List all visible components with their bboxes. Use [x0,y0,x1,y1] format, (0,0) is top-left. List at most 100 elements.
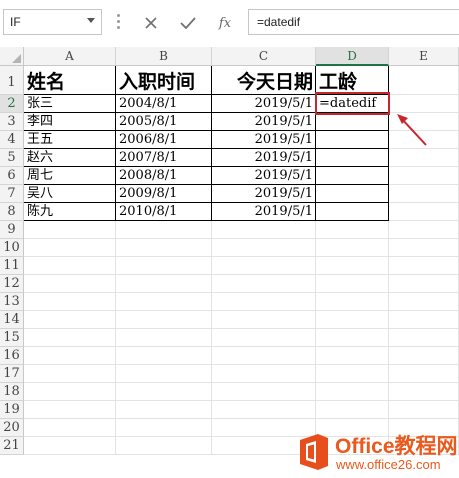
cell-d6[interactable] [316,167,389,185]
column-header-e[interactable]: E [389,47,459,66]
row-header-13[interactable]: 13 [0,293,24,311]
name-box[interactable]: IF [3,9,102,35]
cell-c1[interactable]: 今天日期 [212,66,316,95]
cell-e7[interactable] [389,185,459,203]
cell-a21[interactable] [24,437,116,455]
cell-d4[interactable] [316,131,389,149]
cell-d12[interactable] [316,275,389,293]
cell-e11[interactable] [389,257,459,275]
cell-b1[interactable]: 入职时间 [116,66,212,95]
cell-b19[interactable] [116,401,212,419]
cell-b15[interactable] [116,329,212,347]
cell-e2[interactable] [389,95,459,113]
row-header-9[interactable]: 9 [0,221,24,239]
cell-e8[interactable] [389,203,459,221]
enter-button[interactable] [174,10,202,36]
cell-d11[interactable] [316,257,389,275]
cell-c12[interactable] [212,275,316,293]
cell-c16[interactable] [212,347,316,365]
cell-b13[interactable] [116,293,212,311]
cell-c2[interactable]: 2019/5/1 [212,95,316,113]
cell-d15[interactable] [316,329,389,347]
insert-function-button[interactable]: fx [211,10,239,36]
cell-d2[interactable]: =datedif [316,95,389,113]
cell-c5[interactable]: 2019/5/1 [212,149,316,167]
cell-c4[interactable]: 2019/5/1 [212,131,316,149]
cell-c14[interactable] [212,311,316,329]
cell-c11[interactable] [212,257,316,275]
cell-b17[interactable] [116,365,212,383]
cell-b6[interactable]: 2008/8/1 [116,167,212,185]
cell-d10[interactable] [316,239,389,257]
cell-e6[interactable] [389,167,459,185]
cell-d17[interactable] [316,365,389,383]
cell-b5[interactable]: 2007/8/1 [116,149,212,167]
cell-a20[interactable] [24,419,116,437]
cell-b18[interactable] [116,383,212,401]
cell-e13[interactable] [389,293,459,311]
cell-e5[interactable] [389,149,459,167]
row-header-8[interactable]: 8 [0,203,24,221]
row-header-4[interactable]: 4 [0,131,24,149]
cell-b8[interactable]: 2010/8/1 [116,203,212,221]
cell-c19[interactable] [212,401,316,419]
cell-d8[interactable] [316,203,389,221]
row-header-11[interactable]: 11 [0,257,24,275]
cell-a9[interactable] [24,221,116,239]
cell-a1[interactable]: 姓名 [24,66,116,95]
column-header-c[interactable]: C [212,47,316,66]
cell-d19[interactable] [316,401,389,419]
cell-d13[interactable] [316,293,389,311]
column-header-a[interactable]: A [24,47,116,66]
row-header-15[interactable]: 15 [0,329,24,347]
formula-input[interactable]: =datedif [248,9,459,35]
cell-c7[interactable]: 2019/5/1 [212,185,316,203]
chevron-down-icon[interactable] [87,18,95,23]
cell-e17[interactable] [389,365,459,383]
cell-e18[interactable] [389,383,459,401]
cell-b4[interactable]: 2006/8/1 [116,131,212,149]
cell-a16[interactable] [24,347,116,365]
column-header-b[interactable]: B [116,47,212,66]
cell-b9[interactable] [116,221,212,239]
row-header-14[interactable]: 14 [0,311,24,329]
row-header-1[interactable]: 1 [0,66,24,95]
cell-a12[interactable] [24,275,116,293]
cell-c18[interactable] [212,383,316,401]
cell-e14[interactable] [389,311,459,329]
cell-d18[interactable] [316,383,389,401]
cell-c9[interactable] [212,221,316,239]
cell-b14[interactable] [116,311,212,329]
cell-e9[interactable] [389,221,459,239]
cell-d16[interactable] [316,347,389,365]
cell-e1[interactable] [389,66,459,95]
cell-b16[interactable] [116,347,212,365]
cell-d7[interactable] [316,185,389,203]
cell-b2[interactable]: 2004/8/1 [116,95,212,113]
row-header-21[interactable]: 21 [0,437,24,455]
row-header-7[interactable]: 7 [0,185,24,203]
cell-d9[interactable] [316,221,389,239]
cancel-button[interactable] [137,10,165,36]
cell-a14[interactable] [24,311,116,329]
cell-b7[interactable]: 2009/8/1 [116,185,212,203]
cell-d3[interactable] [316,113,389,131]
cell-e16[interactable] [389,347,459,365]
drag-handle-icon[interactable] [117,14,120,32]
row-header-6[interactable]: 6 [0,167,24,185]
select-all-button[interactable] [0,47,24,66]
cell-c13[interactable] [212,293,316,311]
cell-b11[interactable] [116,257,212,275]
cell-d14[interactable] [316,311,389,329]
row-header-5[interactable]: 5 [0,149,24,167]
cell-b20[interactable] [116,419,212,437]
cell-e12[interactable] [389,275,459,293]
cell-a10[interactable] [24,239,116,257]
cell-c8[interactable]: 2019/5/1 [212,203,316,221]
row-header-18[interactable]: 18 [0,383,24,401]
cell-a15[interactable] [24,329,116,347]
cell-b10[interactable] [116,239,212,257]
cell-d5[interactable] [316,149,389,167]
row-header-3[interactable]: 3 [0,113,24,131]
cell-a18[interactable] [24,383,116,401]
